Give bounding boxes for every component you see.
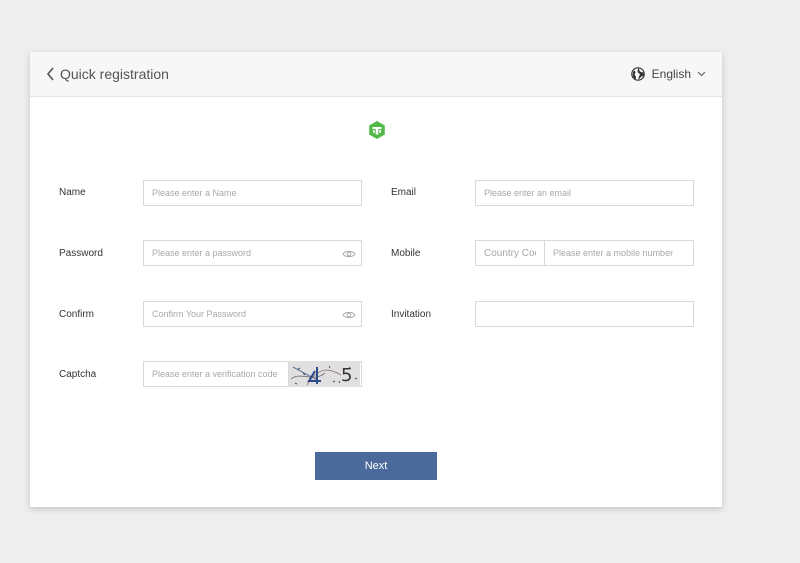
chevron-left-icon bbox=[46, 67, 54, 81]
captcha-noise: 5 bbox=[289, 361, 360, 387]
mobile-label: Mobile bbox=[391, 248, 421, 259]
page-title: Quick registration bbox=[60, 66, 169, 82]
globe-icon bbox=[630, 67, 645, 81]
confirm-label: Confirm bbox=[59, 309, 95, 320]
captcha-label: Captcha bbox=[59, 369, 97, 380]
password-input[interactable] bbox=[143, 240, 362, 266]
confirm-password-input[interactable] bbox=[143, 301, 362, 327]
card-header: Quick registration English bbox=[30, 52, 722, 97]
back-button[interactable]: Quick registration bbox=[46, 65, 169, 83]
next-button[interactable]: Next bbox=[315, 452, 437, 480]
mobile-input[interactable] bbox=[544, 240, 694, 266]
language-label: English bbox=[651, 67, 691, 81]
svg-text:5: 5 bbox=[341, 365, 352, 386]
email-input[interactable] bbox=[475, 180, 694, 206]
chevron-down-icon bbox=[697, 71, 706, 77]
name-input[interactable] bbox=[143, 180, 362, 206]
language-selector[interactable]: English bbox=[630, 65, 706, 83]
password-label: Password bbox=[59, 248, 103, 259]
eye-icon[interactable] bbox=[342, 249, 356, 259]
country-code-input[interactable] bbox=[475, 240, 545, 266]
email-label: Email bbox=[391, 187, 417, 198]
eye-icon[interactable] bbox=[342, 310, 356, 320]
invitation-input[interactable] bbox=[475, 301, 694, 327]
invitation-label: Invitation bbox=[391, 309, 432, 320]
brand-logo bbox=[369, 121, 385, 139]
captcha-image[interactable]: 5 bbox=[288, 361, 360, 387]
registration-card: Quick registration English Name Email Pa… bbox=[30, 52, 722, 507]
name-label: Name bbox=[59, 187, 86, 198]
